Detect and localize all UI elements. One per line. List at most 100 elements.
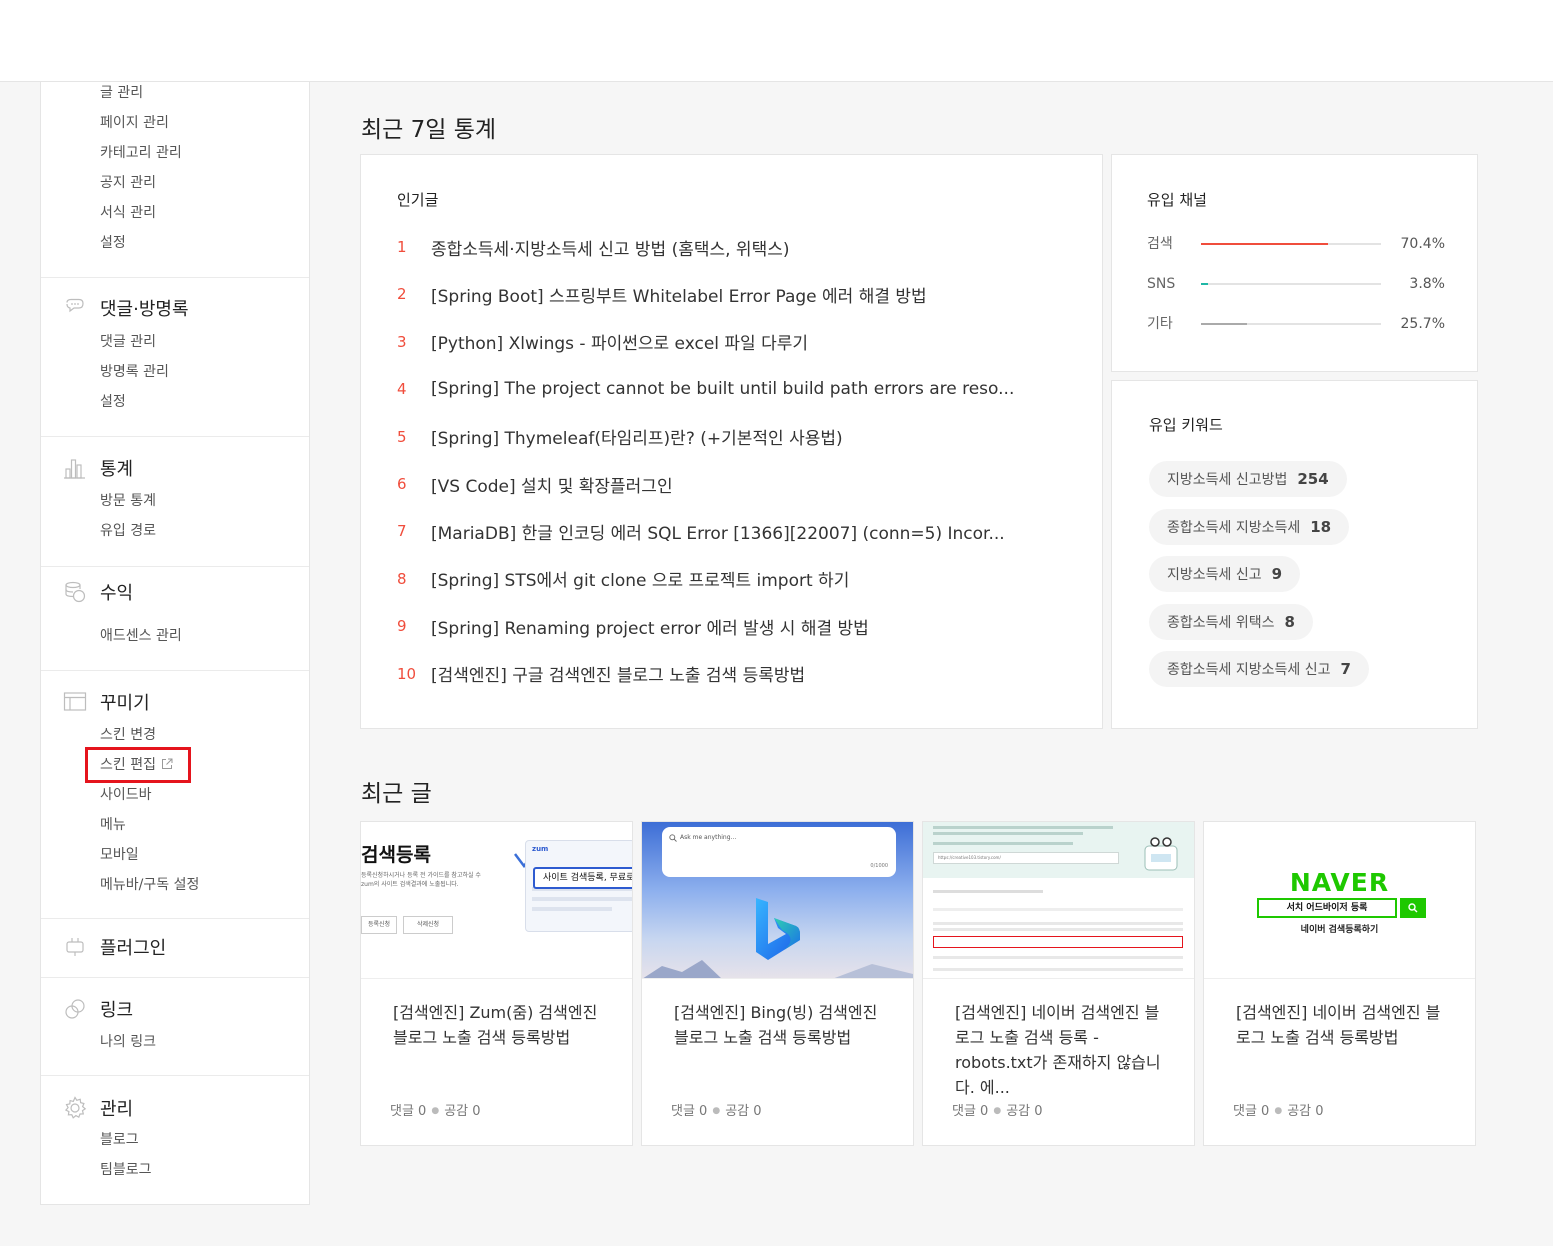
- rank-number: 4: [397, 380, 407, 399]
- post-title: [검색엔진] 네이버 검색엔진 블로그 노출 검색 등록 - robots.tx…: [955, 1003, 1161, 1097]
- keyword-chip[interactable]: 지방소득세 신고 9: [1149, 556, 1301, 592]
- channel-percent: 70.4%: [1400, 236, 1445, 252]
- search-icon: [1408, 903, 1418, 913]
- sidebar-section-title: 댓글·방명록: [100, 299, 189, 320]
- sidebar-section-header[interactable]: 링크: [63, 996, 133, 1022]
- highlight-box: [85, 747, 191, 783]
- channel-name: SNS: [1147, 276, 1176, 292]
- popular-post-title: [Python] Xlwings - 파이썬으로 excel 파일 다루기: [431, 334, 809, 355]
- post-meta: 댓글 0 ● 공감 0: [952, 1100, 1043, 1119]
- naver-logo: NAVER: [1289, 868, 1390, 897]
- top-bar: [0, 0, 1553, 82]
- sidebar-item-comment-manage[interactable]: 댓글 관리: [100, 332, 156, 352]
- post-thumbnail: 검색등록 등록신청하시거나 등록 전 가이드를 참고하실 수 zum의 사이트 …: [361, 822, 632, 979]
- thumb-highlight-row: [933, 936, 1183, 948]
- sidebar-item-menu[interactable]: 메뉴: [100, 815, 126, 835]
- recent-post-card[interactable]: Ask me anything... 0/1000 [검색엔진] Bing(빙)…: [641, 821, 914, 1146]
- sidebar-section-plugin: 플러그인: [41, 918, 309, 977]
- thumb-banner: 사이트 검색등록, 무료로: [533, 867, 632, 889]
- sidebar-item-guestbook-manage[interactable]: 방명록 관리: [100, 362, 169, 382]
- popular-post-item[interactable]: 4 [Spring] The project cannot be built un…: [397, 377, 1014, 401]
- sidebar-item-sidebar[interactable]: 사이드바: [100, 785, 152, 805]
- popular-post-item[interactable]: 6 [VS Code] 설치 및 확장플러그인: [397, 472, 673, 497]
- sidebar-item-notice-manage[interactable]: 공지 관리: [100, 173, 156, 193]
- popular-post-title: [Spring] The project cannot be built unt…: [431, 379, 1015, 400]
- sidebar-section-header[interactable]: 플러그인: [63, 934, 166, 960]
- popular-post-title: [Spring] Renaming project error 에러 발생 시 …: [431, 618, 869, 639]
- sidebar-section-header[interactable]: 꾸미기: [63, 689, 150, 715]
- keyword-count: 8: [1284, 612, 1295, 631]
- inflow-channel-label: 유입 채널: [1147, 191, 1207, 209]
- gear-icon: [64, 1096, 87, 1119]
- sidebar-item-my-links[interactable]: 나의 링크: [100, 1032, 156, 1052]
- like-count: 공감 0: [444, 1104, 481, 1119]
- sidebar-item-skin-change[interactable]: 스킨 변경: [100, 725, 156, 745]
- stats-section-title: 최근 7일 통계: [361, 117, 497, 143]
- sidebar-item-post-manage[interactable]: 글 관리: [100, 83, 143, 103]
- post-meta: 댓글 0 ● 공감 0: [390, 1100, 481, 1119]
- rank-number: 3: [397, 332, 407, 351]
- thumb-heading: 검색등록: [361, 844, 431, 866]
- recent-post-card[interactable]: NAVER 서치 어드바이저 등록 네이버 검색등록하기 [검색엔진] 네이버 …: [1203, 821, 1476, 1146]
- channel-row: 검색 70.4%: [1147, 234, 1445, 254]
- channel-row: SNS 3.8%: [1147, 274, 1445, 294]
- rank-number: 9: [397, 617, 407, 636]
- popular-post-item[interactable]: 7 [MariaDB] 한글 인코딩 에러 SQL Error [1366][22…: [397, 519, 1005, 544]
- recent-post-card[interactable]: https://creative103.tistory.com/ [검색엔진] …: [922, 821, 1195, 1146]
- thumb-counter: 0/1000: [870, 863, 888, 869]
- popular-post-item[interactable]: 10 [검색엔진] 구글 검색엔진 블로그 노출 검색 등록방법: [397, 662, 805, 687]
- sidebar-section-header[interactable]: 수익: [63, 579, 133, 605]
- recent-post-card[interactable]: 검색등록 등록신청하시거나 등록 전 가이드를 참고하실 수 zum의 사이트 …: [360, 821, 633, 1146]
- channel-bar-track: [1201, 323, 1381, 325]
- channel-bar-track: [1201, 243, 1381, 245]
- sidebar-item-category-manage[interactable]: 카테고리 관리: [100, 143, 182, 163]
- popular-post-title: [Spring Boot] 스프링부트 Whitelabel Error Pag…: [431, 286, 927, 307]
- keyword-count: 9: [1271, 565, 1283, 583]
- keyword-chip[interactable]: 종합소득세 지방소득세 신고 7: [1149, 651, 1369, 687]
- sidebar-item-menubar-subscribe[interactable]: 메뉴바/구독 설정: [100, 875, 199, 895]
- sidebar-item-page-manage[interactable]: 페이지 관리: [100, 113, 169, 133]
- popular-post-item[interactable]: 3 [Python] Xlwings - 파이썬으로 excel 파일 다루기: [397, 330, 809, 355]
- sidebar-section-comments: 댓글·방명록 댓글 관리 방명록 관리 설정: [41, 277, 309, 436]
- keyword-text: 종합소득세 지방소득세: [1167, 519, 1301, 536]
- like-count: 공감 0: [725, 1104, 762, 1119]
- keyword-text: 종합소득세 위택스: [1167, 614, 1275, 631]
- sidebar-item-template-manage[interactable]: 서식 관리: [100, 203, 156, 223]
- sidebar-item-mobile[interactable]: 모바일: [100, 845, 139, 865]
- popular-post-item[interactable]: 5 [Spring] Thymeleaf(타임리프)란? (+기본적인 사용법): [397, 425, 843, 450]
- popular-post-item[interactable]: 9 [Spring] Renaming project error 에러 발생 시…: [397, 614, 869, 639]
- recent-posts-title: 최근 글: [361, 781, 432, 807]
- rank-number: 10: [397, 664, 417, 683]
- channel-name: 기타: [1147, 316, 1173, 332]
- comment-count: 댓글 0: [671, 1104, 708, 1119]
- sidebar-section-header[interactable]: 통계: [63, 455, 133, 481]
- sidebar-section-title: 관리: [100, 1099, 134, 1120]
- inflow-keyword-label: 유입 키워드: [1149, 416, 1223, 434]
- sidebar-item-post-settings[interactable]: 설정: [100, 233, 126, 253]
- keyword-chip[interactable]: 종합소득세 지방소득세 18: [1149, 508, 1350, 545]
- sidebar-item-visit-stats[interactable]: 방문 통계: [100, 491, 156, 511]
- post-thumbnail: NAVER 서치 어드바이저 등록 네이버 검색등록하기: [1204, 822, 1475, 979]
- keyword-chip[interactable]: 지방소득세 신고방법 254: [1149, 461, 1347, 497]
- sidebar-section-header[interactable]: 댓글·방명록: [63, 295, 189, 321]
- sidebar-item-blog[interactable]: 블로그: [100, 1130, 139, 1150]
- thumb-url: https://creative103.tistory.com/: [933, 852, 1119, 864]
- like-count: 공감 0: [1287, 1104, 1324, 1119]
- sidebar-item-referrer[interactable]: 유입 경로: [100, 521, 156, 541]
- thumb-logo: zum: [532, 845, 549, 853]
- sidebar-section-header[interactable]: 관리: [63, 1095, 133, 1121]
- channel-name: 검색: [1147, 236, 1173, 252]
- sidebar-item-comment-settings[interactable]: 설정: [100, 392, 126, 412]
- sidebar-item-adsense-manage[interactable]: 애드센스 관리: [100, 626, 182, 646]
- rank-number: 8: [397, 569, 407, 588]
- popular-post-item[interactable]: 1 종합소득세·지방소득세 신고 방법 (홈택스, 위택스): [397, 235, 790, 260]
- sidebar-section-manage: 관리 블로그 팀블로그: [41, 1075, 309, 1204]
- sidebar-section-link: 링크 나의 링크: [41, 977, 309, 1075]
- thumb-button: 등록신청: [361, 916, 397, 934]
- sidebar-item-team-blog[interactable]: 팀블로그: [100, 1160, 152, 1180]
- keyword-chip[interactable]: 종합소득세 위택스 8: [1149, 603, 1313, 640]
- thumb-search-box: 서치 어드바이저 등록: [1257, 898, 1397, 918]
- link-icon: [65, 999, 85, 1019]
- popular-post-item[interactable]: 8 [Spring] STS에서 git clone 으로 프로젝트 import…: [397, 567, 849, 592]
- popular-post-item[interactable]: 2 [Spring Boot] 스프링부트 Whitelabel Error Pa…: [397, 282, 927, 307]
